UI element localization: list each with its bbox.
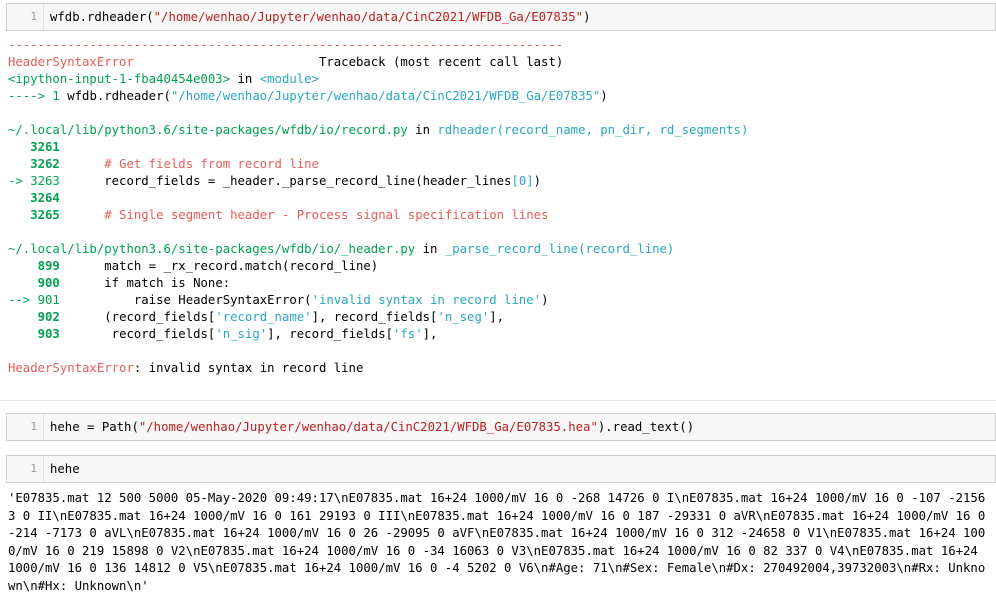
- c: ],: [422, 327, 438, 341]
- fn: HeaderSyntaxError(: [178, 293, 312, 307]
- line-num: 3264: [30, 191, 60, 205]
- fn-sig: _parse_record_line(record_line): [444, 242, 675, 256]
- line-num: 903: [37, 327, 60, 341]
- s2: 'n_seg': [437, 310, 490, 324]
- code-cell-3-input[interactable]: 1 hehe: [6, 455, 996, 483]
- end: ): [541, 293, 549, 307]
- code: match = _rx_record.match(record_line): [104, 259, 379, 273]
- traceback-file-2: ~/.local/lib/python3.6/site-packages/wfd…: [8, 241, 992, 258]
- in-text: in: [407, 123, 438, 137]
- s1: 'record_name': [215, 310, 312, 324]
- traceback-dashes: ----------------------------------------…: [8, 38, 564, 52]
- tb-line: 900 if match is None:: [8, 275, 992, 292]
- var: hehe: [50, 420, 88, 434]
- a: record_fields[: [104, 327, 216, 341]
- line-number: 1: [30, 10, 37, 23]
- cell-separator: [0, 400, 996, 401]
- code: if match is None:: [104, 276, 231, 290]
- code-line[interactable]: hehe: [43, 456, 80, 482]
- kw: raise: [133, 293, 179, 307]
- tb-line: --> 901 raise HeaderSyntaxError('invalid…: [8, 292, 992, 309]
- line-number: 1: [30, 462, 37, 475]
- line-num: 3262: [30, 157, 60, 171]
- error-name: HeaderSyntaxError: [8, 55, 134, 69]
- traceback-label: Traceback (most recent call last): [318, 55, 564, 69]
- tb-line: 3262 # Get fields from record line: [8, 156, 992, 173]
- code-cell-1-input[interactable]: 1 wfdb.rdheader("/home/wenhao/Jupyter/we…: [6, 3, 996, 31]
- tb-line: 902 (record_fields['record_name'], recor…: [8, 309, 992, 326]
- end: ): [600, 89, 608, 103]
- tb-line: 3261: [8, 139, 992, 156]
- line-number: 1: [30, 420, 37, 433]
- in-text: in: [415, 242, 445, 256]
- tb-line: 903 record_fields['n_sig'], record_field…: [8, 326, 992, 343]
- arrow: --> 901: [8, 293, 60, 307]
- fn: wfdb.rdheader(: [67, 89, 171, 103]
- comment: # Get fields from record line: [104, 157, 319, 171]
- fn-sig: rdheader(record_name, pn_dir, rd_segment…: [437, 123, 749, 137]
- traceback-header: HeaderSyntaxError Traceback (most recent…: [8, 54, 992, 71]
- code-line[interactable]: hehe = Path("/home/wenhao/Jupyter/wenhao…: [43, 414, 694, 440]
- code-end: ): [583, 10, 591, 24]
- end: ): [533, 174, 542, 188]
- final-error: HeaderSyntaxError: invalid syntax in rec…: [8, 360, 992, 377]
- str: "/home/wenhao/Jupyter/wenhao/data/CinC20…: [170, 89, 601, 103]
- code-line[interactable]: wfdb.rdheader("/home/wenhao/Jupyter/wenh…: [43, 4, 590, 30]
- line-num: 899: [37, 259, 60, 273]
- line-num: 900: [37, 276, 60, 290]
- line-num: 3265: [30, 208, 60, 222]
- tb-line: 3265 # Single segment header - Process s…: [8, 207, 992, 224]
- comment: # Single segment header - Process signal…: [104, 208, 549, 222]
- line-num: 3261: [30, 140, 60, 154]
- file-path: ~/.local/lib/python3.6/site-packages/wfd…: [8, 242, 416, 256]
- module-text: <module>: [259, 72, 319, 86]
- str: "/home/wenhao/Jupyter/wenhao/data/CinC20…: [138, 420, 598, 434]
- a: (record_fields[: [104, 310, 216, 324]
- tb-line: 899 match = _rx_record.match(record_line…: [8, 258, 992, 275]
- s2: 'fs': [393, 327, 423, 341]
- end: ).read_text(): [597, 420, 695, 434]
- b: ], record_fields[: [267, 327, 394, 341]
- code-fn: wfdb.rdheader(: [50, 10, 154, 24]
- tb-line: -> 3263 record_fields = _header._parse_r…: [8, 173, 992, 190]
- tb-line: 3264: [8, 190, 992, 207]
- traceback-input-ref: <ipython-input-1-fba40454e003> in <modul…: [8, 71, 992, 88]
- line-num: 902: [37, 310, 60, 324]
- arrow: -> 3263: [8, 174, 60, 188]
- error-msg: : invalid syntax in record line: [133, 361, 364, 375]
- file-path: ~/.local/lib/python3.6/site-packages/wfd…: [8, 123, 408, 137]
- code: record_fields = _header._parse_record_li…: [104, 174, 512, 188]
- str: 'invalid syntax in record line': [311, 293, 542, 307]
- traceback-file-1: ~/.local/lib/python3.6/site-packages/wfd…: [8, 122, 992, 139]
- traceback-line-1: ----> 1 wfdb.rdheader("/home/wenhao/Jupy…: [8, 88, 992, 105]
- b: ], record_fields[: [311, 310, 438, 324]
- error-name: HeaderSyntaxError: [8, 361, 134, 375]
- input-ref: <ipython-input-1-fba40454e003>: [8, 72, 231, 86]
- arrow: ----> 1: [8, 89, 68, 103]
- code-string: "/home/wenhao/Jupyter/wenhao/data/CinC20…: [153, 10, 584, 24]
- code-cell-2-input[interactable]: 1 hehe = Path("/home/wenhao/Jupyter/wenh…: [6, 413, 996, 441]
- c: ],: [489, 310, 505, 324]
- idx: [0]: [511, 174, 534, 188]
- fn: Path(: [94, 420, 139, 434]
- in-text: in: [230, 72, 260, 86]
- s1: 'n_sig': [215, 327, 268, 341]
- cell-3-output: 'E07835.mat 12 500 5000 05-May-2020 09:4…: [8, 491, 993, 593]
